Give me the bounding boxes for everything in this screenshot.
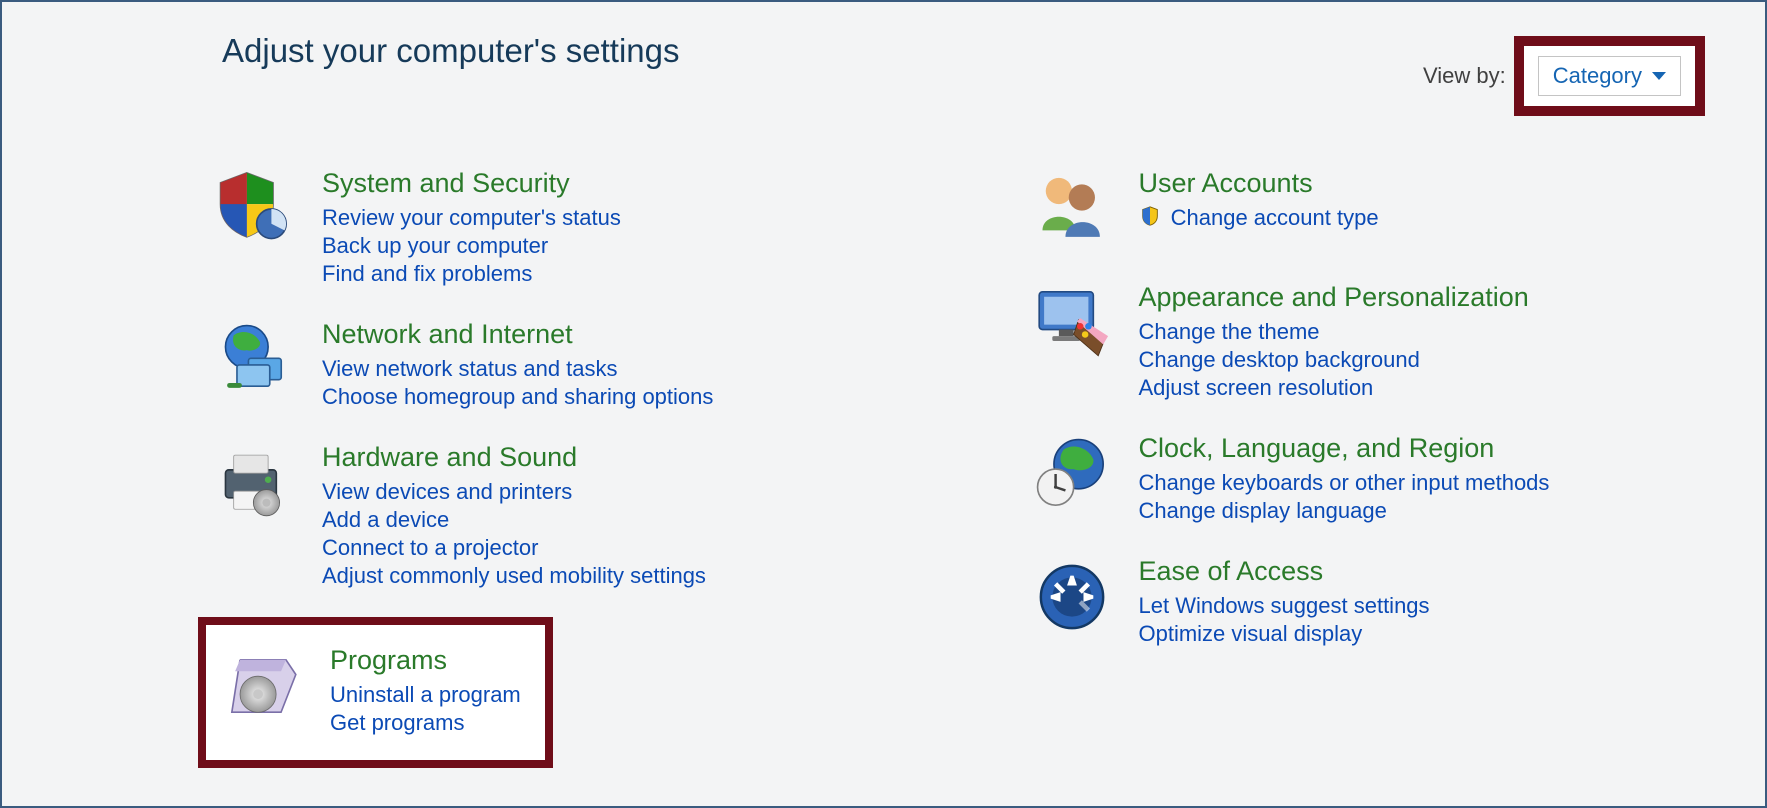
category-network-and-internet: Network and Internet View network status… xyxy=(212,317,909,412)
link-windows-suggest[interactable]: Let Windows suggest settings xyxy=(1139,593,1430,619)
category-programs: Programs Uninstall a program Get program… xyxy=(220,643,521,738)
category-system-and-security: System and Security Review your computer… xyxy=(212,166,909,289)
ease-of-access-icon xyxy=(1029,554,1115,640)
category-link-programs[interactable]: Programs xyxy=(330,645,521,676)
category-link-network-and-internet[interactable]: Network and Internet xyxy=(322,319,713,350)
view-by-label: View by: xyxy=(1423,63,1506,89)
link-find-fix-problems[interactable]: Find and fix problems xyxy=(322,261,621,287)
monitor-paint-icon xyxy=(1029,280,1115,366)
control-panel-window: Adjust your computer's settings View by:… xyxy=(0,0,1767,808)
link-display-language[interactable]: Change display language xyxy=(1139,498,1550,524)
category-appearance: Appearance and Personalization Change th… xyxy=(1029,280,1726,403)
category-link-clock-language-region[interactable]: Clock, Language, and Region xyxy=(1139,433,1550,464)
link-change-keyboards[interactable]: Change keyboards or other input methods xyxy=(1139,470,1550,496)
view-by-value: Category xyxy=(1553,63,1642,89)
shield-icon xyxy=(212,166,298,252)
category-user-accounts: User Accounts Change account type xyxy=(1029,166,1726,252)
category-link-ease-of-access[interactable]: Ease of Access xyxy=(1139,556,1430,587)
globe-network-icon xyxy=(212,317,298,403)
category-clock-language-region: Clock, Language, and Region Change keybo… xyxy=(1029,431,1726,526)
link-get-programs[interactable]: Get programs xyxy=(330,710,521,736)
view-by-area: View by: Category xyxy=(1423,36,1705,116)
link-uninstall-program[interactable]: Uninstall a program xyxy=(330,682,521,708)
link-change-theme[interactable]: Change the theme xyxy=(1139,319,1529,345)
category-hardware-and-sound: Hardware and Sound View devices and prin… xyxy=(212,440,909,591)
link-homegroup-sharing[interactable]: Choose homegroup and sharing options xyxy=(322,384,713,410)
printer-icon xyxy=(212,440,298,526)
link-add-device[interactable]: Add a device xyxy=(322,507,706,533)
link-optimize-visual[interactable]: Optimize visual display xyxy=(1139,621,1430,647)
category-ease-of-access: Ease of Access Let Windows suggest setti… xyxy=(1029,554,1726,649)
globe-clock-icon xyxy=(1029,431,1115,517)
category-link-user-accounts[interactable]: User Accounts xyxy=(1139,168,1379,199)
link-network-status[interactable]: View network status and tasks xyxy=(322,356,713,382)
programs-box-icon xyxy=(220,643,306,729)
chevron-down-icon xyxy=(1652,72,1666,80)
uac-shield-icon xyxy=(1139,205,1161,233)
programs-highlight: Programs Uninstall a program Get program… xyxy=(198,617,553,768)
view-by-dropdown[interactable]: Category xyxy=(1538,56,1681,96)
link-change-background[interactable]: Change desktop background xyxy=(1139,347,1529,373)
page-title: Adjust your computer's settings xyxy=(222,32,1423,70)
category-link-appearance[interactable]: Appearance and Personalization xyxy=(1139,282,1529,313)
link-connect-projector[interactable]: Connect to a projector xyxy=(322,535,706,561)
link-devices-printers[interactable]: View devices and printers xyxy=(322,479,706,505)
category-link-hardware-and-sound[interactable]: Hardware and Sound xyxy=(322,442,706,473)
people-icon xyxy=(1029,166,1115,252)
link-review-status[interactable]: Review your computer's status xyxy=(322,205,621,231)
category-link-system-and-security[interactable]: System and Security xyxy=(322,168,621,199)
link-backup-computer[interactable]: Back up your computer xyxy=(322,233,621,259)
link-screen-resolution[interactable]: Adjust screen resolution xyxy=(1139,375,1529,401)
link-change-account-type-text: Change account type xyxy=(1171,205,1379,230)
link-change-account-type[interactable]: Change account type xyxy=(1139,205,1379,233)
link-mobility-settings[interactable]: Adjust commonly used mobility settings xyxy=(322,563,706,589)
view-by-highlight: Category xyxy=(1514,36,1705,116)
